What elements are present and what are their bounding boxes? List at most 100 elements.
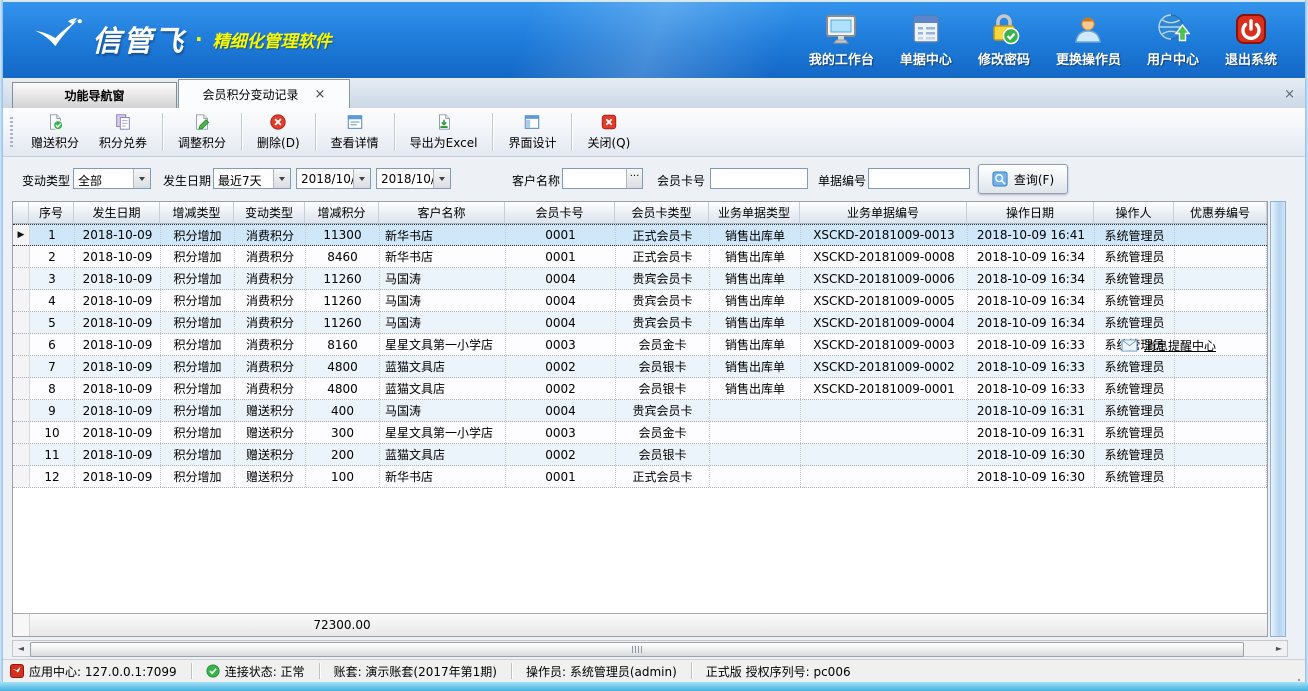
banner-actions: 我的工作台 单据中心修改密码更换操作员用户中心退出系统 bbox=[809, 12, 1277, 68]
column-header-1[interactable]: 发生日期 bbox=[74, 202, 160, 224]
banner-action-change-password[interactable]: 修改密码 bbox=[978, 12, 1030, 68]
table-cell: 400 bbox=[306, 400, 380, 421]
table-cell: XSCKD-20181009-0003 bbox=[801, 334, 968, 355]
column-header-7[interactable]: 会员卡类型 bbox=[615, 202, 709, 224]
gift-points-icon bbox=[46, 113, 64, 131]
delete-icon bbox=[269, 113, 287, 131]
column-header-6[interactable]: 会员卡号 bbox=[505, 202, 615, 224]
chevron-down-icon[interactable] bbox=[433, 169, 450, 188]
row-selector-cell bbox=[13, 246, 30, 267]
table-cell: 销售出库单 bbox=[710, 334, 801, 355]
customer-lookup-button[interactable]: ··· bbox=[626, 169, 642, 188]
toolbar-drag-handle[interactable] bbox=[10, 117, 13, 147]
table-row[interactable]: 102018-10-09积分增加赠送积分300星星文具第一小学店0003会员金卡… bbox=[13, 422, 1267, 444]
tab-function-navigator[interactable]: 功能导航窗 bbox=[12, 82, 177, 108]
horizontal-scrollbar-thumb[interactable] bbox=[30, 642, 1244, 657]
table-cell: 2018-10-09 16:33 bbox=[968, 378, 1095, 399]
column-header-0[interactable]: 序号 bbox=[29, 202, 74, 224]
date-from-value: 2018/10/2 bbox=[297, 169, 353, 188]
toolbar-button-view-details[interactable]: 查看详情 bbox=[322, 111, 388, 153]
status-account-set-text: 账套: 演示账套(2017年第1期) bbox=[334, 663, 497, 680]
toolbar-button-delete[interactable]: 删除(D) bbox=[248, 111, 309, 153]
table-cell: 0004 bbox=[506, 400, 616, 421]
search-button[interactable]: 查询(F) bbox=[978, 164, 1068, 194]
table-cell: 星星文具第一小学店 bbox=[380, 334, 506, 355]
tab-strip: 功能导航窗 会员积分变动记录 × × bbox=[3, 78, 1305, 108]
table-cell: 积分增加 bbox=[161, 334, 235, 355]
table-row[interactable]: 92018-10-09积分增加赠送积分400马国涛0004贵宾会员卡2018-1… bbox=[13, 400, 1267, 422]
table-cell: 积分增加 bbox=[161, 378, 235, 399]
table-row[interactable]: 82018-10-09积分增加消费积分4800蓝猫文具店0002会员银卡销售出库… bbox=[13, 378, 1267, 400]
table-row[interactable]: 72018-10-09积分增加消费积分4800蓝猫文具店0002会员银卡销售出库… bbox=[13, 356, 1267, 378]
banner-action-my-workspace[interactable]: 我的工作台 bbox=[809, 12, 874, 68]
chevron-down-icon[interactable] bbox=[353, 169, 370, 188]
column-header-10[interactable]: 操作日期 bbox=[967, 202, 1094, 224]
card-no-input[interactable] bbox=[711, 169, 807, 188]
table-cell: 消费积分 bbox=[235, 268, 306, 289]
row-selector-cell bbox=[13, 290, 30, 311]
brand-logo-icon bbox=[30, 15, 84, 63]
column-header-4[interactable]: 增减积分 bbox=[305, 202, 379, 224]
date-range-select[interactable]: 最近7天 bbox=[213, 168, 291, 189]
table-cell: 马国涛 bbox=[380, 312, 506, 333]
status-connection-text: 连接状态: 正常 bbox=[225, 663, 305, 680]
exit-power-icon bbox=[1234, 12, 1268, 46]
table-cell: 会员银卡 bbox=[616, 444, 710, 465]
table-cell: 销售出库单 bbox=[710, 246, 801, 267]
row-selector-cell bbox=[13, 312, 30, 333]
toolbar-button-points-coupon[interactable]: 积分兑券 bbox=[90, 111, 156, 153]
column-header-2[interactable]: 增减类型 bbox=[160, 202, 234, 224]
customer-input[interactable] bbox=[563, 169, 626, 188]
table-row[interactable]: 52018-10-09积分增加消费积分11260马国涛0004贵宾会员卡销售出库… bbox=[13, 312, 1267, 334]
table-row[interactable]: 22018-10-09积分增加消费积分8460新华书店0001正式会员卡销售出库… bbox=[13, 246, 1267, 268]
table-row[interactable]: 122018-10-09积分增加赠送积分100新华书店0001正式会员卡2018… bbox=[13, 466, 1267, 488]
banner-action-document-center[interactable]: 单据中心 bbox=[900, 12, 952, 68]
toolbar-button-gift-points[interactable]: 赠送积分 bbox=[22, 111, 88, 153]
tab-member-points-record[interactable]: 会员积分变动记录 × bbox=[178, 79, 350, 108]
status-license-text: 正式版 授权序列号: pc006 bbox=[706, 663, 851, 680]
row-selector-cell bbox=[13, 422, 30, 443]
table-row[interactable]: 42018-10-09积分增加消费积分11260马国涛0004贵宾会员卡销售出库… bbox=[13, 290, 1267, 312]
column-header-3[interactable]: 变动类型 bbox=[234, 202, 305, 224]
doc-no-input[interactable] bbox=[869, 169, 969, 188]
vertical-scrollbar[interactable] bbox=[1270, 201, 1286, 637]
table-cell: 会员银卡 bbox=[616, 356, 710, 377]
table-row[interactable]: ▶12018-10-09积分增加消费积分11300新华书店0001正式会员卡销售… bbox=[13, 224, 1267, 246]
table-cell: 消费积分 bbox=[235, 378, 306, 399]
date-to-select[interactable]: 2018/10/9 bbox=[376, 168, 451, 189]
table-row[interactable]: 32018-10-09积分增加消费积分11260马国涛0004贵宾会员卡销售出库… bbox=[13, 268, 1267, 290]
toolbar-separator bbox=[162, 113, 163, 151]
tab-close-icon[interactable]: × bbox=[315, 88, 326, 101]
tab-member-points-record-label: 会员积分变动记录 bbox=[203, 86, 299, 103]
column-header-9[interactable]: 业务单据编号 bbox=[800, 202, 967, 224]
banner-action-user-center[interactable]: 用户中心 bbox=[1147, 12, 1199, 68]
table-row[interactable]: 112018-10-09积分增加赠送积分200蓝猫文具店0002会员银卡2018… bbox=[13, 444, 1267, 466]
search-icon bbox=[992, 171, 1008, 187]
banner-action-exit-system[interactable]: 退出系统 bbox=[1225, 12, 1277, 68]
table-row[interactable]: 62018-10-09积分增加消费积分8160星星文具第一小学店0003会员金卡… bbox=[13, 334, 1267, 356]
chevron-down-icon[interactable] bbox=[273, 169, 290, 188]
window-left-edge bbox=[0, 0, 3, 682]
column-header-5[interactable]: 客户名称 bbox=[379, 202, 505, 224]
tabstrip-close-icon[interactable]: × bbox=[1284, 88, 1295, 101]
toolbar-button-export-excel[interactable]: 导出为Excel bbox=[401, 111, 487, 153]
table-cell: 正式会员卡 bbox=[616, 246, 710, 267]
scroll-right-arrow-icon[interactable]: ► bbox=[1271, 641, 1287, 656]
date-from-select[interactable]: 2018/10/2 bbox=[296, 168, 371, 189]
toolbar-button-ui-design[interactable]: 界面设计 bbox=[499, 111, 565, 153]
toolbar-button-label: 查看详情 bbox=[331, 134, 379, 151]
message-center-link[interactable]: 消息提醒中心 bbox=[1144, 337, 1216, 354]
table-cell bbox=[801, 400, 968, 421]
table-cell: 贵宾会员卡 bbox=[616, 268, 710, 289]
table-cell: XSCKD-20181009-0001 bbox=[801, 378, 968, 399]
table-cell: 贵宾会员卡 bbox=[616, 400, 710, 421]
banner-action-label: 我的工作台 bbox=[809, 49, 874, 68]
toolbar-button-adjust-points[interactable]: 调整积分 bbox=[169, 111, 235, 153]
change-type-select[interactable]: 全部 bbox=[73, 168, 151, 189]
banner-action-switch-operator[interactable]: 更换操作员 bbox=[1056, 12, 1121, 68]
column-header-8[interactable]: 业务单据类型 bbox=[709, 202, 800, 224]
status-app-center: 应用中心: 127.0.0.1:7099 bbox=[10, 663, 191, 680]
toolbar-button-close[interactable]: 关闭(Q) bbox=[578, 111, 639, 153]
scroll-left-arrow-icon[interactable]: ◄ bbox=[13, 641, 29, 656]
chevron-down-icon[interactable] bbox=[133, 169, 150, 188]
